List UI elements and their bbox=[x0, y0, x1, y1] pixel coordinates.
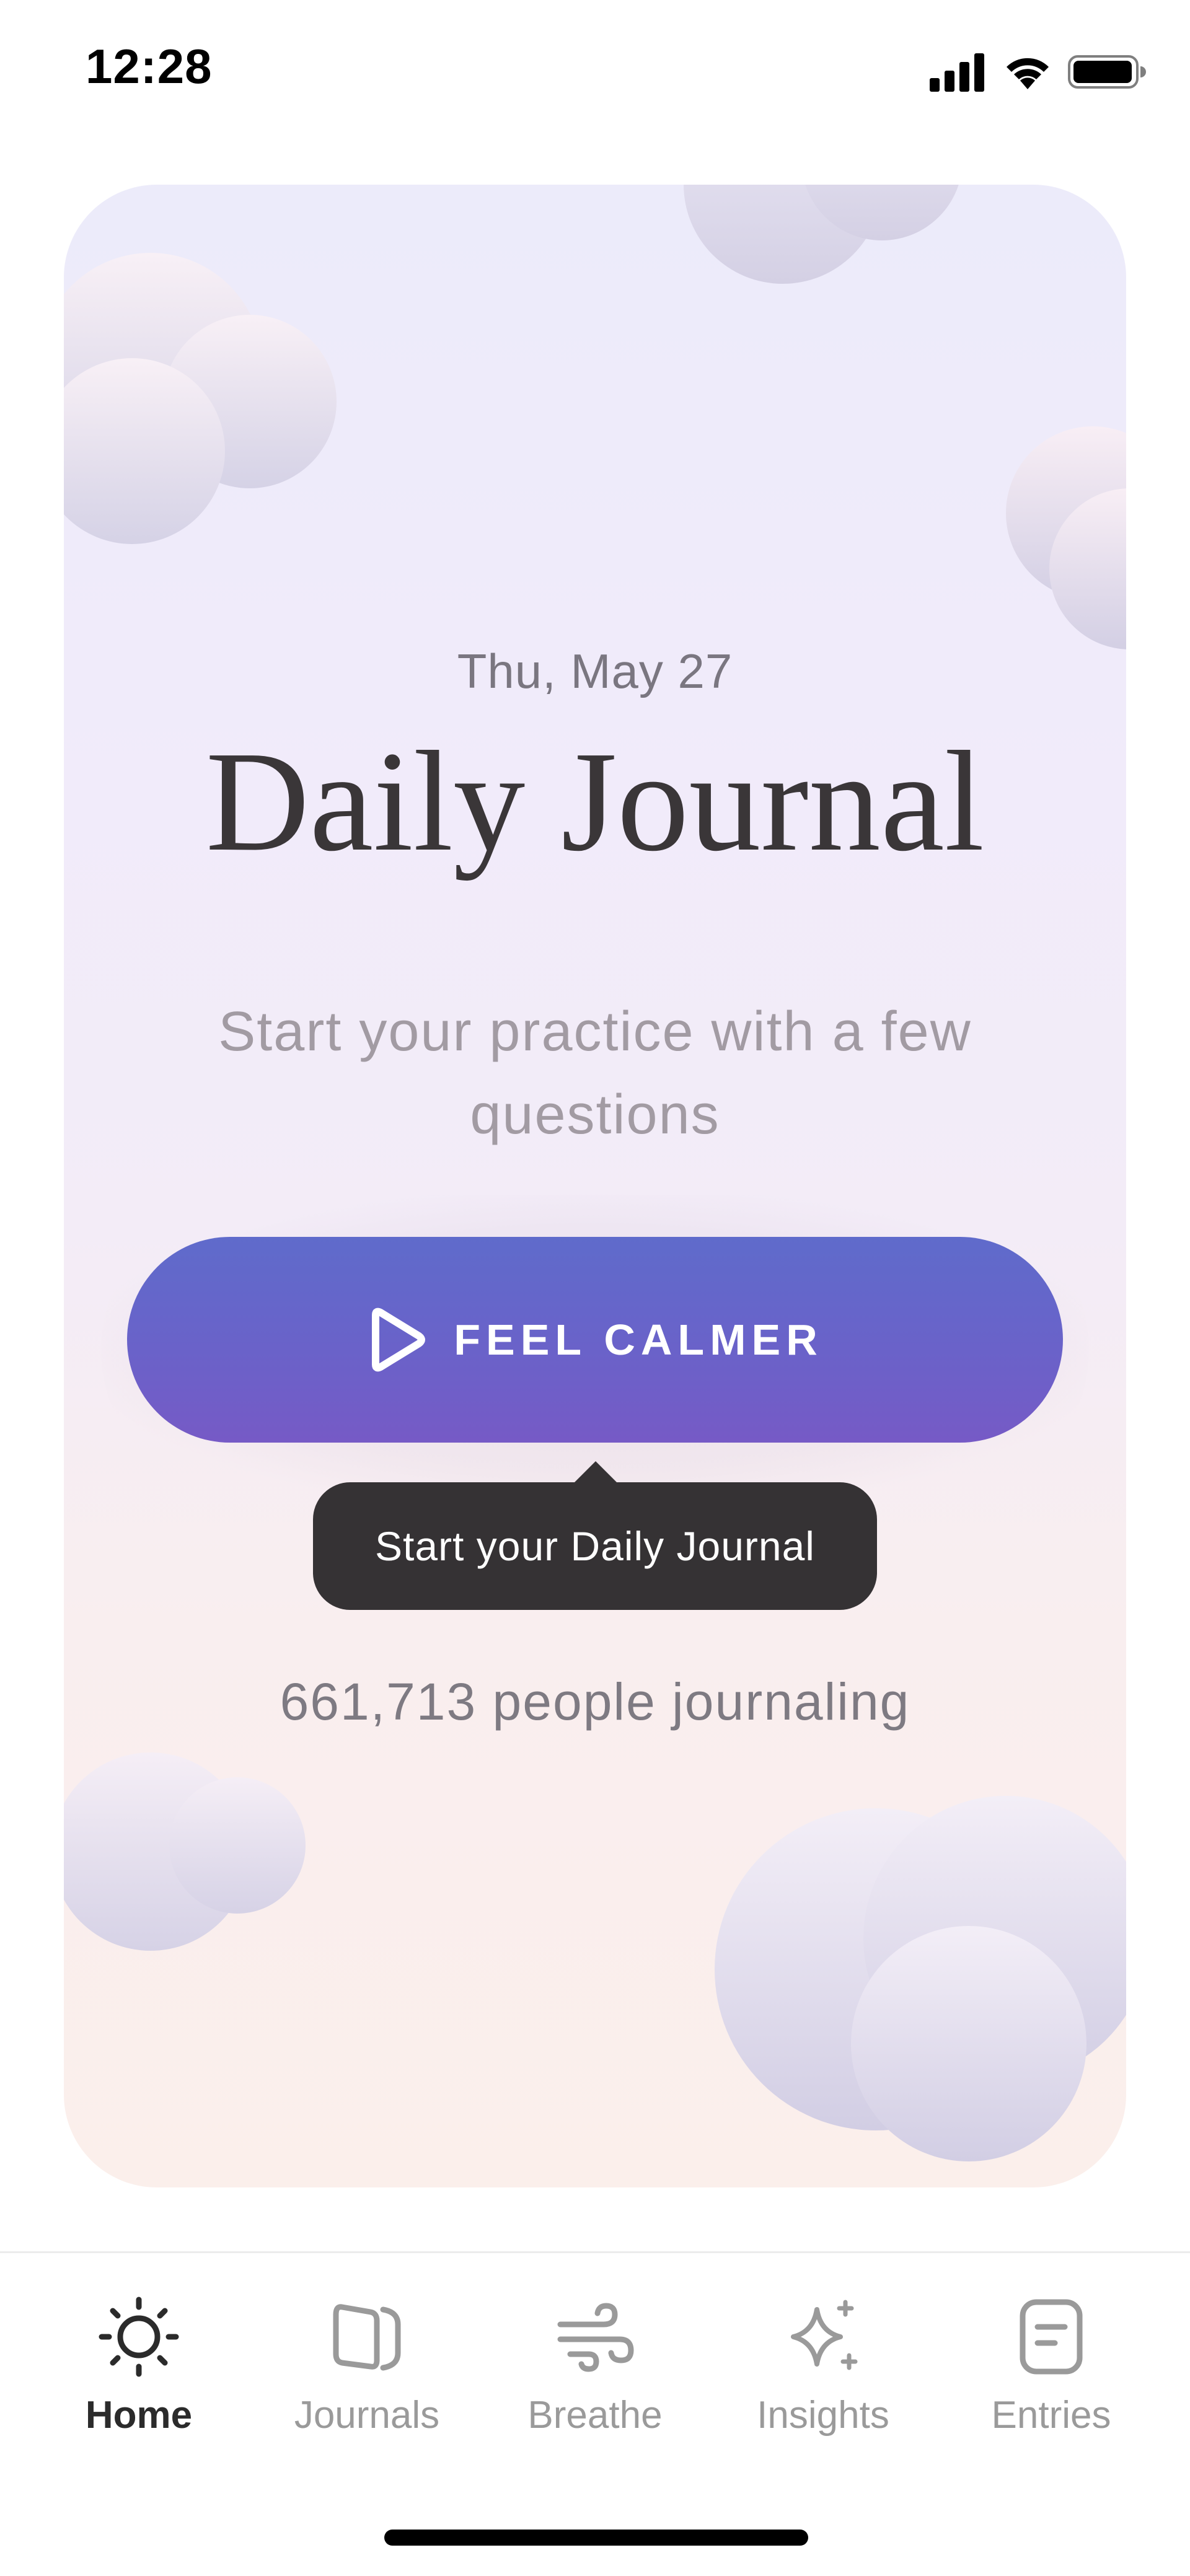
daily-journal-card: Thu, May 27 Daily Journal Start your pra… bbox=[64, 185, 1126, 2187]
cloud-right bbox=[1006, 426, 1126, 649]
tooltip-arrow bbox=[573, 1461, 618, 1484]
signal-icon bbox=[930, 53, 984, 92]
tab-bar: Home Journals Breathe Insights Entries bbox=[0, 2253, 1190, 2476]
status-bar: 12:28 bbox=[0, 0, 1190, 143]
entries-icon bbox=[1005, 2290, 1098, 2383]
tab-entries[interactable]: Entries bbox=[952, 2290, 1150, 2476]
journaling-count: 661,713 people journaling bbox=[280, 1673, 910, 1731]
tab-breathe-label: Breathe bbox=[527, 2394, 663, 2437]
tab-breathe[interactable]: Breathe bbox=[496, 2290, 694, 2476]
page-title: Daily Journal bbox=[205, 722, 985, 881]
play-icon bbox=[372, 1308, 426, 1372]
tooltip-text: Start your Daily Journal bbox=[375, 1523, 815, 1569]
tab-journals-label: Journals bbox=[294, 2394, 440, 2437]
battery-icon bbox=[1068, 55, 1146, 89]
sun-icon bbox=[92, 2290, 185, 2383]
date-label: Thu, May 27 bbox=[457, 644, 733, 698]
status-time: 12:28 bbox=[86, 39, 213, 94]
tab-home[interactable]: Home bbox=[40, 2290, 238, 2476]
sparkle-icon bbox=[777, 2290, 870, 2383]
tab-insights-label: Insights bbox=[757, 2394, 889, 2437]
wind-icon bbox=[549, 2290, 641, 2383]
feel-calmer-label: FEEL CALMER bbox=[454, 1316, 823, 1364]
home-indicator[interactable] bbox=[384, 2530, 808, 2546]
journals-icon bbox=[320, 2290, 413, 2383]
subtitle: Start your practice with a few questions bbox=[218, 1001, 972, 1146]
start-journal-tooltip[interactable]: Start your Daily Journal bbox=[313, 1482, 877, 1610]
tab-entries-label: Entries bbox=[991, 2394, 1111, 2437]
tab-home-label: Home bbox=[85, 2394, 193, 2437]
cloud-top-left bbox=[64, 253, 337, 544]
tab-journals[interactable]: Journals bbox=[268, 2290, 466, 2476]
feel-calmer-button[interactable]: FEEL CALMER bbox=[127, 1237, 1063, 1443]
cloud-top-center bbox=[684, 185, 959, 284]
tab-insights[interactable]: Insights bbox=[724, 2290, 922, 2476]
cloud-bottom-left bbox=[64, 1752, 306, 1951]
wifi-icon bbox=[1007, 58, 1049, 89]
cloud-bottom-right bbox=[715, 1796, 1126, 2161]
